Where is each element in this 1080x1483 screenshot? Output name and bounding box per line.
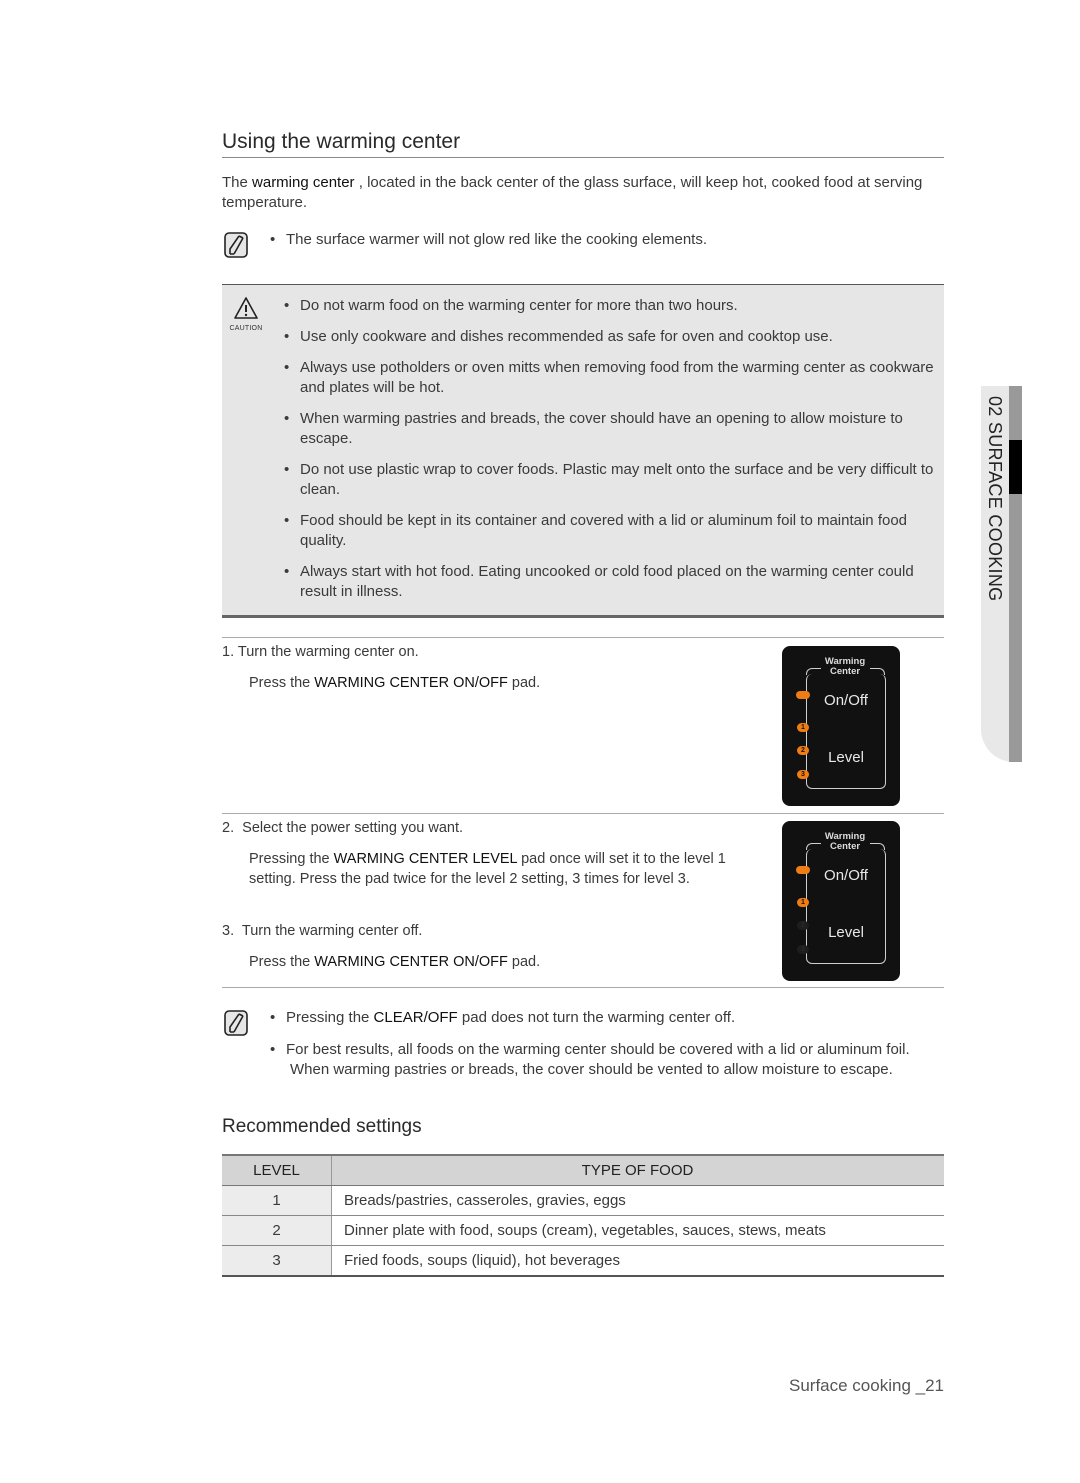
step-detail: Press the WARMING CENTER ON/OFF pad. bbox=[249, 675, 541, 691]
control-panel-image: Warming Center On/Off 1 2 3 Level bbox=[782, 646, 900, 806]
section-title: Recommended settings bbox=[222, 1116, 422, 1137]
caution-item: When warming pastries and breads, the co… bbox=[284, 409, 934, 449]
step-3: 3. Turn the warming center off. Press th… bbox=[222, 921, 742, 972]
table-row: 1 Breads/pastries, casseroles, gravies, … bbox=[222, 1185, 944, 1216]
step-2: 2. Select the power setting you want. Pr… bbox=[222, 818, 742, 889]
table-row: 2 Dinner plate with food, soups (cream),… bbox=[222, 1215, 944, 1246]
caution-item: Always use potholders or oven mitts when… bbox=[284, 358, 934, 398]
caution-item: Always start with hot food. Eating uncoo… bbox=[284, 562, 934, 602]
step-number: 3. bbox=[222, 923, 235, 939]
settings-table: LEVEL TYPE OF FOOD 1 Breads/pastries, ca… bbox=[222, 1154, 944, 1277]
note-item: • The surface warmer will not glow red li… bbox=[270, 231, 708, 248]
title-divider bbox=[222, 157, 944, 158]
cell-food: Fried foods, soups (liquid), hot beverag… bbox=[331, 1245, 944, 1277]
level-led-3: 3 bbox=[797, 945, 809, 954]
power-indicator-led bbox=[796, 691, 810, 699]
cell-level: 2 bbox=[222, 1215, 332, 1246]
table-header-row: LEVEL TYPE OF FOOD bbox=[222, 1154, 944, 1186]
cell-level: 1 bbox=[222, 1185, 332, 1216]
caution-item: Use only cookware and dishes recommended… bbox=[284, 327, 934, 347]
chapter-tab-label: 02 SURFACE COOKING bbox=[985, 396, 1005, 602]
cell-food: Dinner plate with food, soups (cream), v… bbox=[331, 1215, 944, 1246]
level-pad: Level bbox=[828, 924, 864, 941]
step-heading: Turn the warming center off. bbox=[241, 923, 423, 939]
level-pad: Level bbox=[828, 749, 864, 766]
caution-list: Do not warm food on the warming center f… bbox=[284, 296, 934, 613]
on-off-pad: On/Off bbox=[824, 692, 868, 709]
level-led-1: 1 bbox=[797, 723, 809, 732]
section-divider bbox=[222, 637, 944, 638]
cell-level: 3 bbox=[222, 1245, 332, 1277]
cell-food: Breads/pastries, casseroles, gravies, eg… bbox=[331, 1185, 944, 1216]
on-off-pad: On/Off bbox=[824, 867, 868, 884]
level-led-3: 3 bbox=[797, 770, 809, 779]
intro-pre: The bbox=[222, 174, 253, 191]
caution-label: CAUTION bbox=[229, 325, 263, 332]
section-divider bbox=[222, 813, 944, 814]
page-footer: Surface cooking _21 bbox=[789, 1376, 944, 1395]
table-row: 3 Fried foods, soups (liquid), hot bever… bbox=[222, 1245, 944, 1277]
step-number: 2. bbox=[222, 820, 235, 836]
step-number: 1. bbox=[222, 644, 235, 660]
warming-center-label: Warming Center bbox=[824, 831, 866, 852]
note-pencil-icon bbox=[224, 1010, 248, 1041]
warning-triangle-icon bbox=[234, 297, 258, 319]
intro-term: warming center bbox=[252, 174, 355, 191]
note-pencil-icon bbox=[224, 232, 248, 263]
caution-item: Do not use plastic wrap to cover foods. … bbox=[284, 460, 934, 500]
warming-center-label: Warming Center bbox=[824, 656, 866, 677]
caution-item: Do not warm food on the warming center f… bbox=[284, 296, 934, 316]
step-detail: Press the WARMING CENTER ON/OFF pad. bbox=[249, 954, 541, 970]
page-title: Using the warming center bbox=[222, 130, 461, 153]
power-indicator-led bbox=[796, 866, 810, 874]
note-item: • Pressing the CLEAR/OFF pad does not tur… bbox=[270, 1009, 736, 1026]
caution-item: Food should be kept in its container and… bbox=[284, 511, 934, 551]
step-detail: Pressing the WARMING CENTER LEVEL pad on… bbox=[249, 851, 726, 887]
control-panel-image: Warming Center On/Off 1 2 3 Level bbox=[782, 821, 900, 981]
intro-paragraph: The warming center , located in the back… bbox=[222, 173, 944, 213]
level-led-1: 1 bbox=[797, 898, 809, 907]
section-divider bbox=[222, 987, 944, 988]
note-item: • For best results, all foods on the warm… bbox=[270, 1041, 910, 1078]
column-header-level: LEVEL bbox=[222, 1154, 332, 1186]
step-1: 1. Turn the warming center on. Press the… bbox=[222, 642, 762, 693]
step-heading: Select the power setting you want. bbox=[242, 820, 464, 836]
level-led-2: 2 bbox=[797, 746, 809, 755]
caution-badge: CAUTION bbox=[228, 296, 264, 332]
level-led-2: 2 bbox=[797, 921, 809, 930]
step-heading: Turn the warming center on. bbox=[237, 644, 419, 660]
column-header-food: TYPE OF FOOD bbox=[331, 1154, 944, 1186]
